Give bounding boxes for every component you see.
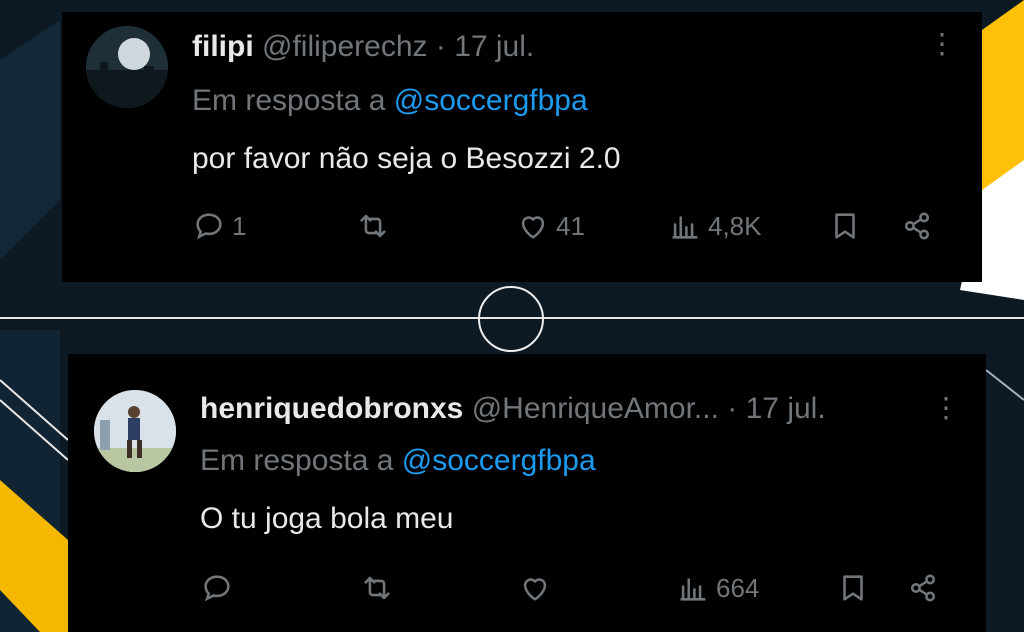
- views-button[interactable]: 664: [676, 568, 759, 608]
- like-button[interactable]: 41: [516, 206, 585, 246]
- reply-button[interactable]: [200, 568, 240, 608]
- avatar[interactable]: [94, 390, 176, 472]
- handle[interactable]: @HenriqueAmor...: [472, 392, 719, 425]
- retweet-button[interactable]: [360, 568, 400, 608]
- reply-button[interactable]: 1: [192, 206, 246, 246]
- bookmark-button[interactable]: [828, 206, 862, 246]
- separator: ·: [718, 392, 746, 425]
- avatar-image: [94, 390, 176, 472]
- tweet-actions: 664: [200, 568, 960, 608]
- tweet-card[interactable]: filipi @filiperechz · 17 jul. ⋮ Em respo…: [62, 12, 982, 282]
- bookmark-icon: [835, 213, 855, 239]
- view-count: 4,8K: [708, 210, 762, 241]
- views-chart-icon: [672, 216, 698, 239]
- retweet-icon: [364, 576, 390, 600]
- share-icon: [910, 574, 936, 602]
- bookmark-icon: [843, 575, 863, 601]
- tweet-card[interactable]: henriquedobronxs @HenriqueAmor... · 17 j…: [68, 354, 986, 632]
- share-button[interactable]: [900, 206, 934, 246]
- more-options-icon[interactable]: ⋮: [928, 30, 956, 58]
- more-options-icon[interactable]: ⋮: [932, 394, 960, 422]
- reply-context: Em resposta a @soccergfbpa: [192, 84, 588, 118]
- retweet-icon: [360, 214, 386, 238]
- retweet-button[interactable]: [356, 206, 396, 246]
- tweet-text: O tu joga bola meu: [200, 502, 454, 535]
- heart-icon: [523, 578, 547, 601]
- reply-prefix: Em resposta a: [192, 84, 394, 117]
- views-button[interactable]: 4,8K: [668, 206, 762, 246]
- like-button[interactable]: [518, 568, 558, 608]
- bookmark-button[interactable]: [836, 568, 870, 608]
- heart-icon: [521, 216, 545, 239]
- handle[interactable]: @filiperechz: [262, 30, 428, 63]
- avatar-image: [86, 26, 168, 108]
- timestamp[interactable]: 17 jul.: [746, 392, 826, 425]
- field-center-circle: [478, 286, 544, 352]
- reply-count: 1: [232, 210, 247, 241]
- tweet-header: henriquedobronxs @HenriqueAmor... · 17 j…: [200, 392, 826, 426]
- like-count: 41: [556, 210, 585, 241]
- reply-context: Em resposta a @soccergfbpa: [200, 444, 596, 478]
- display-name[interactable]: henriquedobronxs: [200, 392, 463, 425]
- reply-icon: [204, 575, 230, 602]
- share-icon: [904, 212, 930, 240]
- view-count: 664: [716, 572, 760, 603]
- separator: ·: [427, 30, 455, 63]
- avatar[interactable]: [86, 26, 168, 108]
- reply-mention-link[interactable]: @soccergfbpa: [394, 84, 588, 117]
- reply-mention-link[interactable]: @soccergfbpa: [402, 444, 596, 477]
- share-button[interactable]: [906, 568, 940, 608]
- timestamp[interactable]: 17 jul.: [454, 30, 534, 63]
- tweet-header: filipi @filiperechz · 17 jul.: [192, 30, 534, 64]
- reply-prefix: Em resposta a: [200, 444, 402, 477]
- tweet-text: por favor não seja o Besozzi 2.0: [192, 142, 621, 175]
- views-chart-icon: [680, 578, 706, 601]
- reply-icon: [196, 213, 222, 240]
- display-name[interactable]: filipi: [192, 30, 254, 63]
- tweet-actions: 1 41 4,8K: [192, 206, 952, 246]
